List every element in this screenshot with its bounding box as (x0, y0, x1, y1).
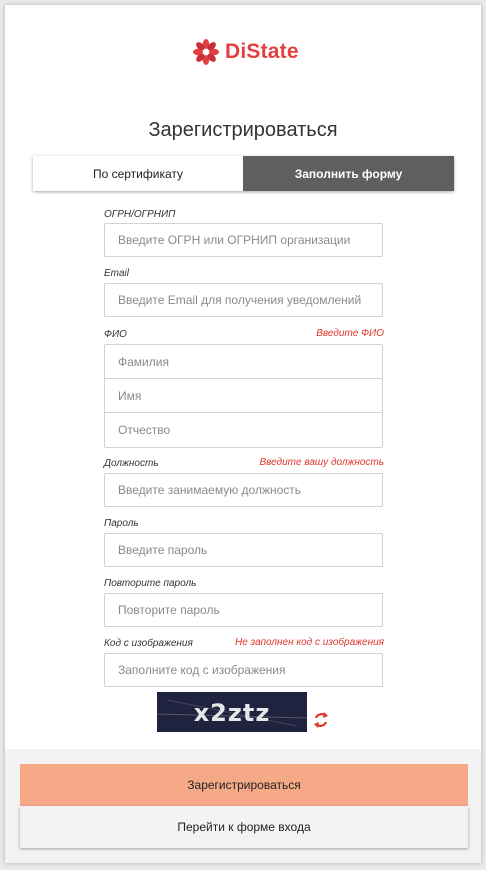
password-repeat-input[interactable] (104, 593, 383, 627)
go-to-login-button[interactable]: Перейти к форме входа (20, 806, 468, 848)
tab-by-certificate[interactable]: По сертификату (33, 156, 243, 191)
password-repeat-label: Повторите пароль (104, 578, 197, 589)
password-input[interactable] (104, 533, 383, 567)
tab-fill-form[interactable]: Заполнить форму (243, 156, 454, 191)
captcha-label: Код с изображения (104, 638, 193, 649)
logo-text: DiState (225, 40, 299, 63)
registration-tabs: По сертификату Заполнить форму (33, 156, 454, 191)
email-input[interactable] (104, 283, 383, 317)
ogrn-input[interactable] (104, 223, 383, 257)
position-label: Должность (104, 458, 159, 469)
captcha-input[interactable] (104, 653, 383, 687)
flower-logo-icon (193, 39, 219, 65)
captcha-image: x2ztz (157, 692, 307, 732)
middle-name-input[interactable] (105, 413, 382, 447)
form-footer: Зарегистрироваться Перейти к форме входа (5, 749, 481, 863)
position-error: Введите вашу должность (259, 457, 384, 468)
email-label: Email (104, 268, 130, 279)
refresh-icon[interactable] (313, 711, 329, 729)
ogrn-label: ОГРН/ОГРНИП (104, 209, 176, 220)
last-name-input[interactable] (105, 345, 382, 379)
register-button[interactable]: Зарегистрироваться (20, 764, 468, 806)
first-name-input[interactable] (105, 379, 382, 413)
password-label: Пароль (104, 518, 139, 529)
fio-label: ФИО (104, 329, 127, 340)
captcha-text: x2ztz (194, 699, 271, 727)
position-input[interactable] (104, 473, 383, 507)
captcha-error: Не заполнен код с изображения (235, 637, 384, 648)
fio-group (104, 344, 383, 448)
registration-card: DiState Зарегистрироваться По сертификат… (5, 5, 481, 863)
fio-error: Введите ФИО (316, 328, 384, 339)
logo: DiState (191, 35, 299, 69)
page-title: Зарегистрироваться (148, 119, 338, 141)
